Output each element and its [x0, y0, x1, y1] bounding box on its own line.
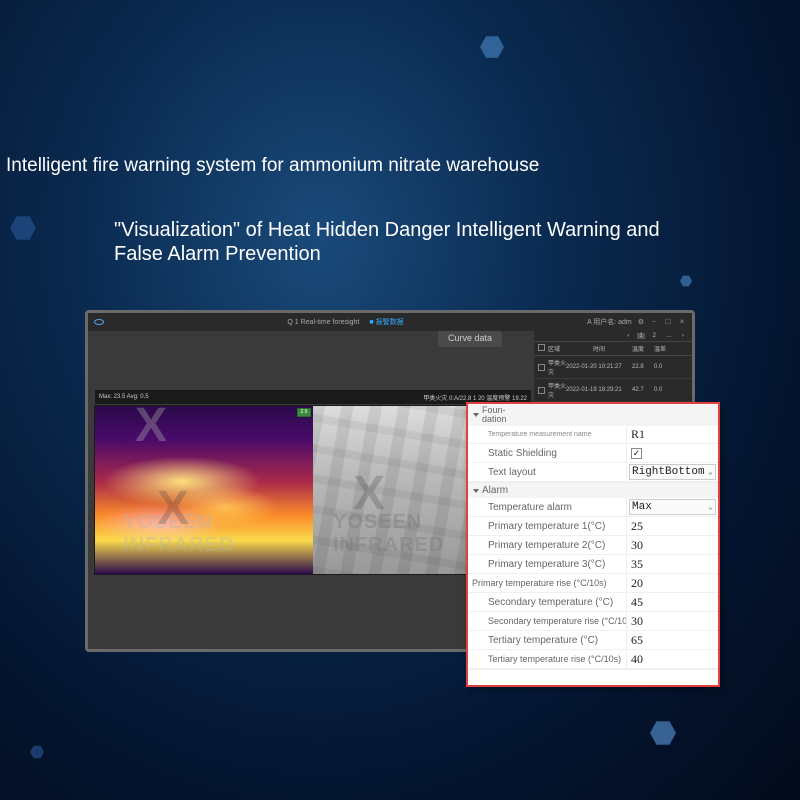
chevron-down-icon: ⌄: [708, 502, 713, 512]
app-logo-icon: [94, 319, 104, 325]
temp-name-input[interactable]: R1: [626, 426, 718, 443]
prop-pt3: Primary temperature 3(°C)35: [468, 555, 718, 574]
static-shield-checkbox[interactable]: ✓: [631, 448, 642, 459]
section-alarm-header[interactable]: Alarm: [468, 483, 718, 498]
prop-static-shield: Static Shielding ✓: [468, 444, 718, 463]
page-prev[interactable]: ‹: [625, 333, 631, 339]
watermark-text: YOSEEN INFRARED: [123, 511, 313, 557]
pt3-input[interactable]: 35: [626, 555, 718, 573]
col-time: 时间: [566, 344, 632, 353]
col-temp: 温度: [632, 344, 654, 353]
temp-alarm-select[interactable]: Max⌄: [629, 499, 716, 515]
watermark-icon: X: [135, 398, 168, 453]
close-button[interactable]: ✕: [678, 318, 686, 326]
tab-curve-data[interactable]: Curve data: [438, 331, 502, 347]
table-row[interactable]: 甲类火灾 2022-01-20 10:21:27 22.8 0.0: [534, 356, 692, 379]
page-1[interactable]: 1: [637, 333, 644, 339]
topbar-status: Q 1 Real-time foresight: [287, 319, 359, 326]
ptr-input[interactable]: 20: [626, 574, 718, 592]
app-topbar: Q 1 Real-time foresight ■ 报警数据 A 用户名: ad…: [88, 313, 692, 331]
table-header: 区域 时间 温度 温差: [534, 342, 692, 356]
tt-input[interactable]: 65: [626, 631, 718, 649]
prop-str: Secondary temperature rise (°C/10s)30: [468, 612, 718, 631]
prop-temp-alarm: Temperature alarm Max⌄: [468, 498, 718, 517]
prop-pt1: Primary temperature 1(°C)25: [468, 517, 718, 536]
st-input[interactable]: 45: [626, 593, 718, 611]
prop-tt: Tertiary temperature (°C)65: [468, 631, 718, 650]
collapse-icon: [473, 413, 479, 417]
row-checkbox[interactable]: [538, 364, 545, 371]
page-next[interactable]: ›: [680, 333, 686, 339]
prop-temp-name: Temperature measurement name R1: [468, 426, 718, 444]
col-diff: 温差: [654, 344, 672, 353]
prop-ptr: Primary temperature rise (°C/10s)20: [468, 574, 718, 593]
alarm-data-tab[interactable]: ■ 报警数据: [369, 317, 403, 327]
page-subtitle: "Visualization" of Heat Hidden Danger In…: [114, 218, 674, 266]
prop-text-layout: Text layout RightBottom⌄: [468, 463, 718, 482]
settings-icon[interactable]: ⚙: [638, 318, 644, 326]
chevron-down-icon: ⌄: [708, 467, 713, 477]
table-row[interactable]: 甲类火灾 2022-01-19 18:29:21 42.7 0.0: [534, 379, 692, 402]
col-region: 区域: [548, 344, 566, 353]
page-2[interactable]: 2: [651, 333, 658, 339]
row-checkbox[interactable]: [538, 387, 545, 394]
prop-st: Secondary temperature (°C)45: [468, 593, 718, 612]
text-layout-select[interactable]: RightBottom⌄: [629, 464, 716, 480]
thermal-view[interactable]: 2.5 X YOSEEN INFRARED X: [95, 406, 313, 574]
section-foundation-header[interactable]: Foun- dation: [468, 404, 718, 426]
settings-popup: Foun- dation Temperature measurement nam…: [466, 402, 720, 687]
minimize-button[interactable]: –: [650, 318, 658, 326]
prop-ttr: Tertiary temperature rise (°C/10s)40: [468, 650, 718, 669]
user-label[interactable]: A 用户名: adm: [587, 317, 632, 327]
page-more[interactable]: …: [664, 333, 674, 339]
maximize-button[interactable]: ☐: [664, 318, 672, 326]
collapse-icon: [473, 489, 479, 493]
page-title: Intelligent fire warning system for ammo…: [6, 155, 539, 177]
str-input[interactable]: 30: [626, 612, 718, 630]
pt1-input[interactable]: 25: [626, 517, 718, 535]
marker-badge: 2.5: [297, 408, 311, 417]
pt2-input[interactable]: 30: [626, 536, 718, 554]
pager: ‹ 1 2 … ›: [534, 331, 692, 342]
video-meta: 甲类火灾 0:A/22.8 1 20 温度预警 19.22: [423, 393, 527, 402]
select-all-checkbox[interactable]: [538, 344, 545, 351]
prop-pt2: Primary temperature 2(°C)30: [468, 536, 718, 555]
ttr-input[interactable]: 40: [626, 650, 718, 668]
